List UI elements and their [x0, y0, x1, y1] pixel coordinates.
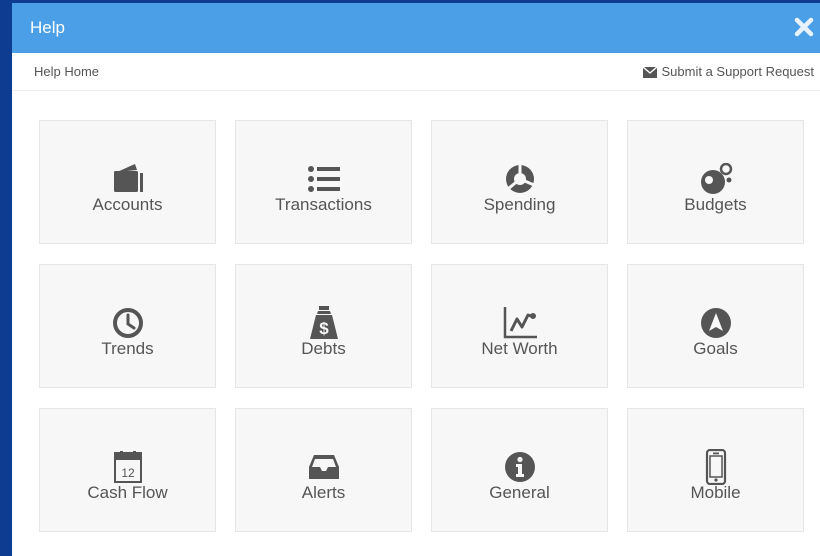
window-title: Help: [30, 18, 65, 37]
compass-icon: [696, 303, 736, 343]
submit-support-request-link[interactable]: Submit a Support Request: [642, 53, 814, 91]
help-topics-grid: Accounts Transactions Spending Budgets T…: [39, 120, 804, 532]
topic-tile-trends[interactable]: Trends: [39, 264, 216, 388]
envelope-icon: [642, 66, 657, 78]
line-chart-icon: [500, 303, 540, 343]
topic-tile-mobile[interactable]: Mobile: [627, 408, 804, 532]
topic-label: Goals: [693, 339, 738, 358]
topic-label: Debts: [301, 339, 346, 358]
topic-tile-budgets[interactable]: Budgets: [627, 120, 804, 244]
list-icon: [304, 159, 344, 199]
topic-label: Mobile: [690, 483, 741, 502]
topic-tile-goals[interactable]: Goals: [627, 264, 804, 388]
topic-label: General: [489, 483, 550, 502]
topic-label: Cash Flow: [87, 483, 168, 502]
info-icon: [500, 447, 540, 487]
calendar-day-label: 12: [121, 466, 135, 480]
wallet-icon: [108, 159, 148, 199]
topic-label: Transactions: [275, 195, 372, 214]
close-icon[interactable]: [792, 15, 816, 39]
calendar-icon: 12: [108, 447, 148, 487]
pie-chart-icon: [500, 159, 540, 199]
budget-circles-icon: [696, 159, 736, 199]
help-home-link[interactable]: Help Home: [34, 53, 99, 91]
topic-label: Spending: [483, 195, 556, 214]
topic-tile-net-worth[interactable]: Net Worth: [431, 264, 608, 388]
topic-tile-spending[interactable]: Spending: [431, 120, 608, 244]
topic-tile-accounts[interactable]: Accounts: [39, 120, 216, 244]
help-nav-bar: Help Home Submit a Support Request: [12, 53, 820, 91]
svg-text:$: $: [319, 319, 329, 338]
topic-label: Accounts: [92, 195, 163, 214]
clock-icon: [108, 303, 148, 343]
title-bar: Help: [12, 3, 820, 53]
money-bag-icon: $: [304, 303, 344, 343]
topic-label: Trends: [101, 339, 154, 358]
phone-icon: [696, 447, 736, 487]
topic-tile-transactions[interactable]: Transactions: [235, 120, 412, 244]
support-link-label: Submit a Support Request: [661, 64, 814, 79]
topic-label: Budgets: [684, 195, 747, 214]
topic-tile-cash-flow[interactable]: 12 Cash Flow: [39, 408, 216, 532]
inbox-icon: [304, 447, 344, 487]
topic-label: Alerts: [301, 483, 346, 502]
topic-tile-alerts[interactable]: Alerts: [235, 408, 412, 532]
topic-label: Net Worth: [481, 339, 558, 358]
topic-tile-debts[interactable]: $ Debts: [235, 264, 412, 388]
topic-tile-general[interactable]: General: [431, 408, 608, 532]
